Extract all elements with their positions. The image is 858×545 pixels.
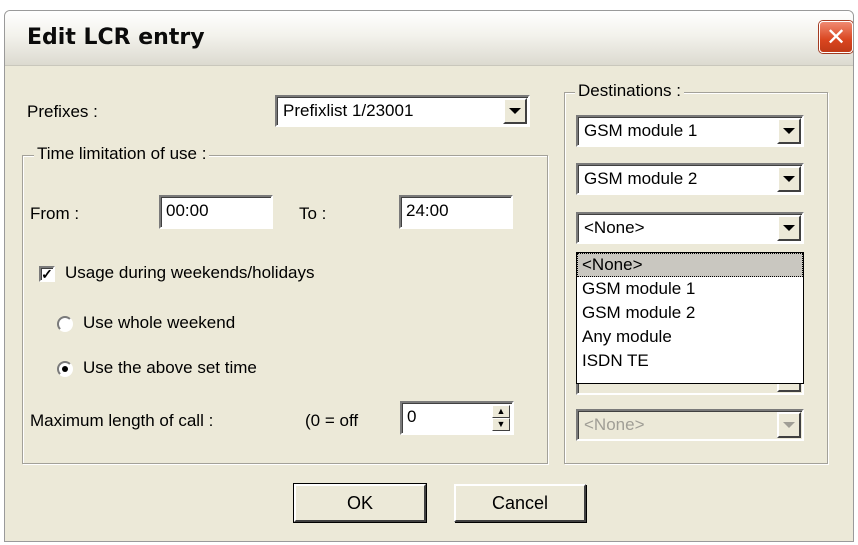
time-limitation-legend: Time limitation of use : <box>34 144 210 164</box>
destination-value-5: <None> <box>584 415 645 434</box>
max-length-value: 0 <box>407 407 417 426</box>
chevron-down-icon[interactable] <box>777 215 801 241</box>
prefixes-select[interactable]: Prefixlist 1/23001 <box>275 95 530 127</box>
destination-select-5: <None> <box>576 409 804 441</box>
dropdown-option[interactable]: <None> <box>577 253 803 277</box>
chevron-down-icon[interactable] <box>503 98 527 124</box>
to-time-input[interactable]: 24:00 <box>399 195 513 229</box>
cancel-button[interactable]: Cancel <box>454 484 586 522</box>
destination-select-1[interactable]: GSM module 1 <box>576 115 804 147</box>
max-length-label: Maximum length of call : <box>30 411 214 430</box>
dropdown-option[interactable]: GSM module 2 <box>577 301 803 325</box>
destination-value-3: <None> <box>584 218 645 237</box>
radio-whole-weekend-label: Use whole weekend <box>83 313 236 332</box>
radio-selected-dot <box>62 366 68 372</box>
prefixes-label: Prefixes : <box>27 102 98 121</box>
check-icon: ✓ <box>41 266 53 282</box>
radio-above-set-time-label: Use the above set time <box>83 358 257 377</box>
destination-value-2: GSM module 2 <box>584 169 698 188</box>
close-button[interactable]: ✕ <box>819 21 853 53</box>
radio-whole-weekend[interactable] <box>57 316 73 332</box>
dropdown-option[interactable]: GSM module 1 <box>577 277 803 301</box>
max-length-stepper[interactable]: 0 ▲ ▼ <box>400 401 514 435</box>
title-bar[interactable]: Edit LCR entry ✕ <box>5 11 853 66</box>
destinations-legend: Destinations : <box>575 81 684 101</box>
from-label: From : <box>30 204 80 223</box>
weekend-checkbox[interactable]: ✓ <box>39 266 55 282</box>
chevron-down-icon <box>777 412 801 438</box>
from-time-input[interactable]: 00:00 <box>159 195 273 229</box>
radio-above-set-time[interactable] <box>57 361 73 377</box>
destination-select-2[interactable]: GSM module 2 <box>576 163 804 195</box>
spin-buttons: ▲ ▼ <box>492 405 510 431</box>
destination-dropdown-list[interactable]: <None> GSM module 1 GSM module 2 Any mod… <box>576 252 804 384</box>
destination-value-1: GSM module 1 <box>584 121 698 140</box>
max-length-hint: (0 = off <box>305 411 359 430</box>
dropdown-option[interactable]: ISDN TE <box>577 349 803 373</box>
prefixes-value: Prefixlist 1/23001 <box>283 101 414 120</box>
dialog-title: Edit LCR entry <box>27 25 205 50</box>
arrow-down-icon[interactable]: ▼ <box>492 418 510 431</box>
chevron-down-icon[interactable] <box>777 118 801 144</box>
dropdown-option[interactable]: Any module <box>577 325 803 349</box>
to-label: To : <box>299 204 327 223</box>
ok-button[interactable]: OK <box>293 483 427 523</box>
arrow-up-icon[interactable]: ▲ <box>492 405 510 418</box>
weekend-checkbox-label: Usage during weekends/holidays <box>65 263 315 282</box>
chevron-down-icon[interactable] <box>777 166 801 192</box>
destination-select-3[interactable]: <None> <box>576 212 804 244</box>
edit-lcr-dialog: Edit LCR entry ✕ Prefixes : Prefixlist 1… <box>4 10 854 542</box>
close-icon: ✕ <box>825 23 847 51</box>
